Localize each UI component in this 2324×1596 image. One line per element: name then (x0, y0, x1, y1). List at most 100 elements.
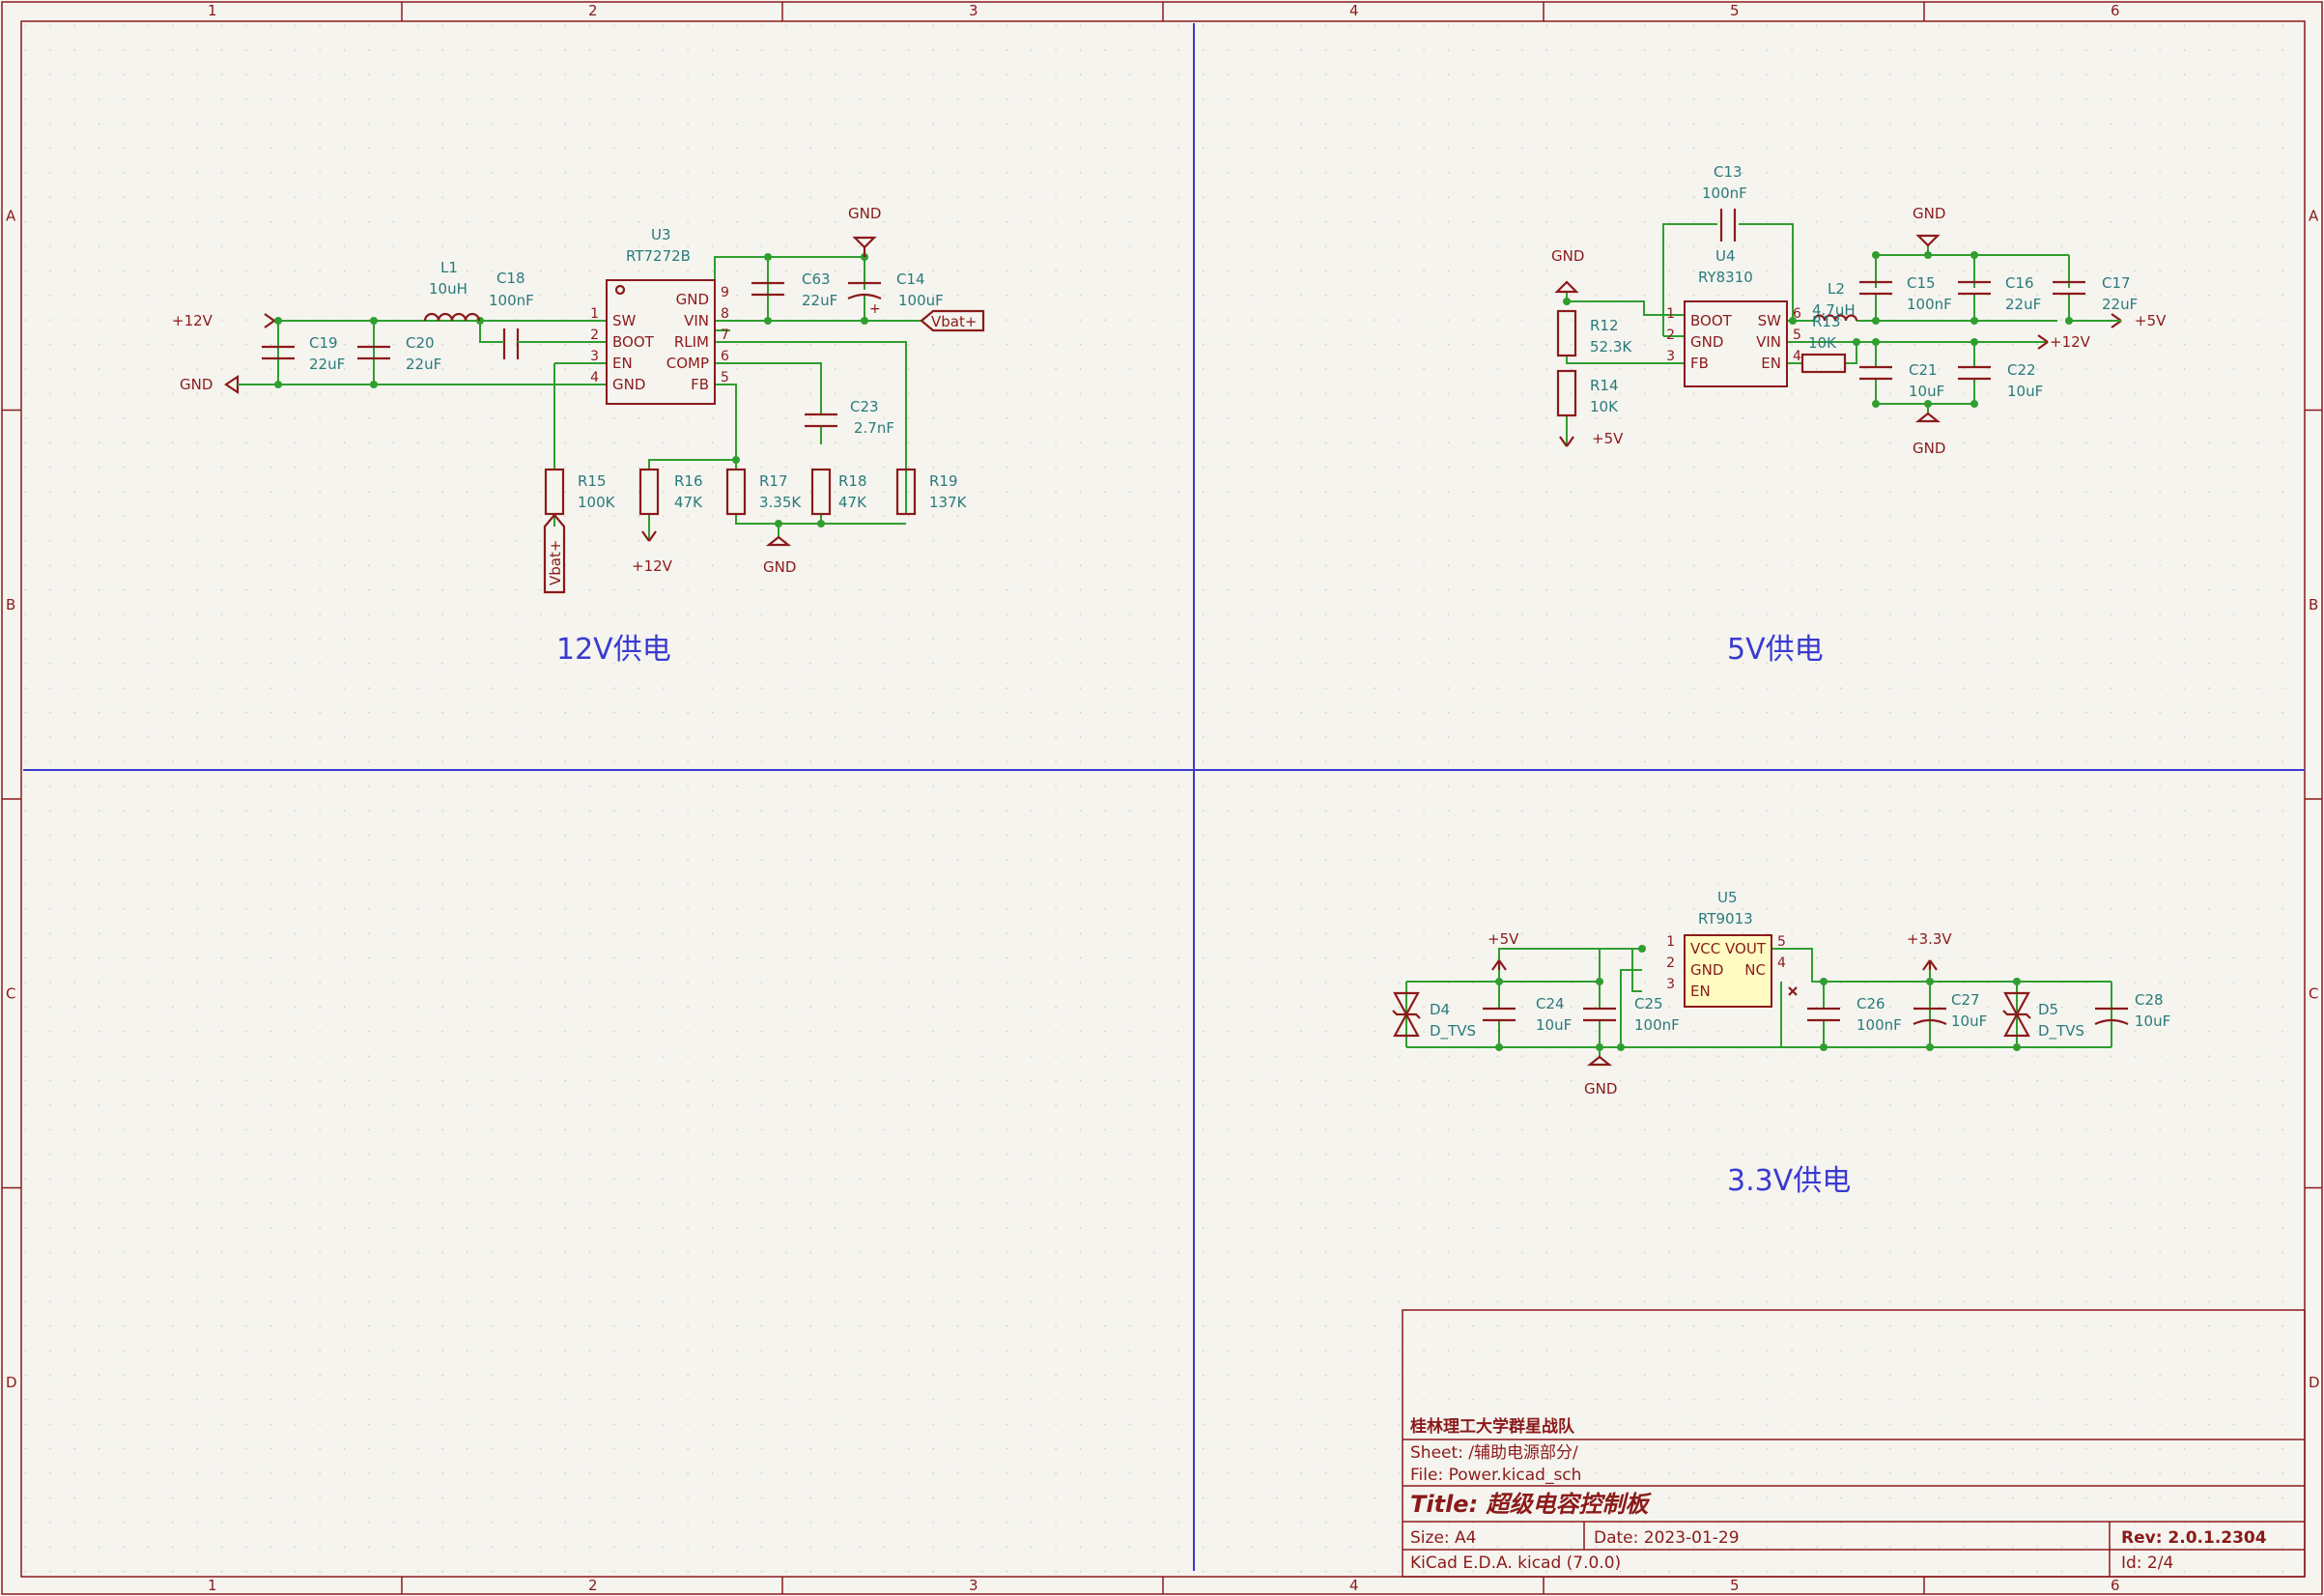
svg-text:+12V: +12V (632, 557, 673, 575)
pin-number: 2 (1666, 328, 1675, 343)
svg-text:SW: SW (612, 312, 637, 329)
svg-text:GND: GND (763, 558, 796, 576)
svg-text:4: 4 (590, 370, 599, 385)
c23-ref: C23 (850, 398, 879, 415)
svg-text:+5V: +5V (1592, 430, 1624, 447)
svg-text:BOOT: BOOT (612, 333, 655, 351)
c20-ref: C20 (406, 334, 435, 352)
c27-ref: C27 (1951, 991, 1980, 1009)
c14-value: 100uF (898, 292, 944, 309)
frame-row-label: D (6, 1374, 17, 1391)
d4-ref: D4 (1430, 1001, 1450, 1018)
frame-col-label: 6 (2111, 2, 2120, 19)
r18-ref: R18 (838, 472, 867, 490)
c25-ref: C25 (1634, 995, 1663, 1012)
pin-number: 4 (1777, 955, 1786, 971)
pin-number: 5 (1777, 934, 1786, 950)
pin-number: 3 (1666, 349, 1675, 364)
pin-name: VIN (1756, 333, 1781, 351)
svg-text:COMP: COMP (666, 355, 709, 372)
frame-row-label: C (2309, 984, 2318, 1002)
c63-value: 22uF (802, 292, 837, 309)
svg-text:GND: GND (612, 376, 645, 393)
frame-row-label: A (2309, 207, 2319, 224)
frame-col-label: 3 (969, 1577, 978, 1594)
r16-value: 47K (674, 494, 703, 511)
r16-ref: R16 (674, 472, 703, 490)
c26-value: 100nF (1856, 1016, 1902, 1034)
svg-text:GND: GND (180, 376, 213, 393)
svg-text:7: 7 (721, 328, 729, 343)
tb-tool: KiCad E.D.A. kicad (7.0.0) (1410, 1553, 1621, 1573)
u4-ref: U4 (1715, 247, 1736, 265)
svg-text:+3.3V: +3.3V (1907, 930, 1952, 948)
d5-value: D_TVS (2038, 1022, 2084, 1040)
c26-ref: C26 (1856, 995, 1885, 1012)
frame-col-label: 2 (588, 1577, 598, 1594)
tb-size: Size: A4 (1410, 1528, 1476, 1548)
frame-row-label: C (6, 984, 15, 1002)
pin-number: 1 (1666, 934, 1675, 950)
tb-file: File: Power.kicad_sch (1410, 1466, 1581, 1485)
frame-col-label: 4 (1349, 2, 1359, 19)
pin-name: VCC (1690, 940, 1720, 957)
tb-id: Id: 2/4 (2121, 1553, 2173, 1573)
c24-ref: C24 (1536, 995, 1565, 1012)
pin-number: 5 (1793, 328, 1801, 343)
svg-text:GND: GND (1913, 440, 1945, 457)
svg-text:3: 3 (590, 349, 599, 364)
u3-value: RT7272B (626, 247, 691, 265)
c22-value: 10uF (2007, 383, 2043, 400)
u4-value: RY8310 (1698, 269, 1753, 286)
tb-date: Date: 2023-01-29 (1594, 1528, 1740, 1548)
c13-value: 100nF (1702, 185, 1747, 202)
l1-value: 10uH (429, 280, 468, 298)
u5-ref: U5 (1717, 889, 1738, 906)
c17-ref: C17 (2102, 274, 2131, 292)
c19-ref: C19 (309, 334, 338, 352)
l1-ref: L1 (440, 259, 458, 276)
r18-value: 47K (838, 494, 867, 511)
c18-ref: C18 (496, 270, 525, 287)
frame-row-label: B (6, 596, 15, 613)
frame-col-label: 5 (1730, 2, 1740, 19)
pin-name: VOUT (1725, 940, 1767, 957)
pin-number: 6 (1793, 306, 1801, 322)
pin-name: FB (1690, 355, 1709, 372)
c21-ref: C21 (1909, 361, 1938, 379)
svg-text:+5V: +5V (1488, 930, 1519, 948)
pin-number: 3 (1666, 977, 1675, 992)
r17-ref: R17 (759, 472, 788, 490)
net-label-vbat-right[interactable]: Vbat+ (920, 309, 985, 332)
r12-value: 52.3K (1590, 338, 1632, 356)
r15-ref: R15 (578, 472, 607, 490)
c24-value: 10uF (1536, 1016, 1572, 1034)
c19-value: 22uF (309, 356, 345, 373)
svg-text:GND: GND (848, 205, 881, 222)
svg-text:5: 5 (721, 370, 729, 385)
frame-col-label: 5 (1730, 1577, 1740, 1594)
c15-value: 100nF (1907, 296, 1952, 313)
r12-ref: R12 (1590, 317, 1619, 334)
pin-name: EN (1690, 983, 1711, 1000)
c17-value: 22uF (2102, 296, 2138, 313)
pin-number: 2 (1666, 955, 1675, 971)
c25-value: 100nF (1634, 1016, 1680, 1034)
svg-text:GND: GND (1584, 1080, 1617, 1097)
section-label-3v3: 3.3V供电 (1727, 1164, 1851, 1198)
svg-text:GND: GND (1551, 247, 1584, 265)
frame-col-label: 1 (208, 2, 217, 19)
svg-text:9: 9 (721, 285, 729, 300)
frame-row-label: D (2309, 1374, 2320, 1391)
frame-col-label: 4 (1349, 1577, 1359, 1594)
tb-org: 桂林理工大学群星战队 (1409, 1416, 1575, 1437)
r14-value: 10K (1590, 398, 1619, 415)
c28-ref: C28 (2135, 991, 2164, 1009)
pin-name: GND (1690, 961, 1723, 979)
r15-value: 100K (578, 494, 616, 511)
svg-text:+12V: +12V (172, 312, 213, 329)
l2-ref: L2 (1828, 280, 1845, 298)
svg-text:FB: FB (691, 376, 709, 393)
svg-text:6: 6 (721, 349, 729, 364)
c14-ref: C14 (896, 271, 925, 288)
